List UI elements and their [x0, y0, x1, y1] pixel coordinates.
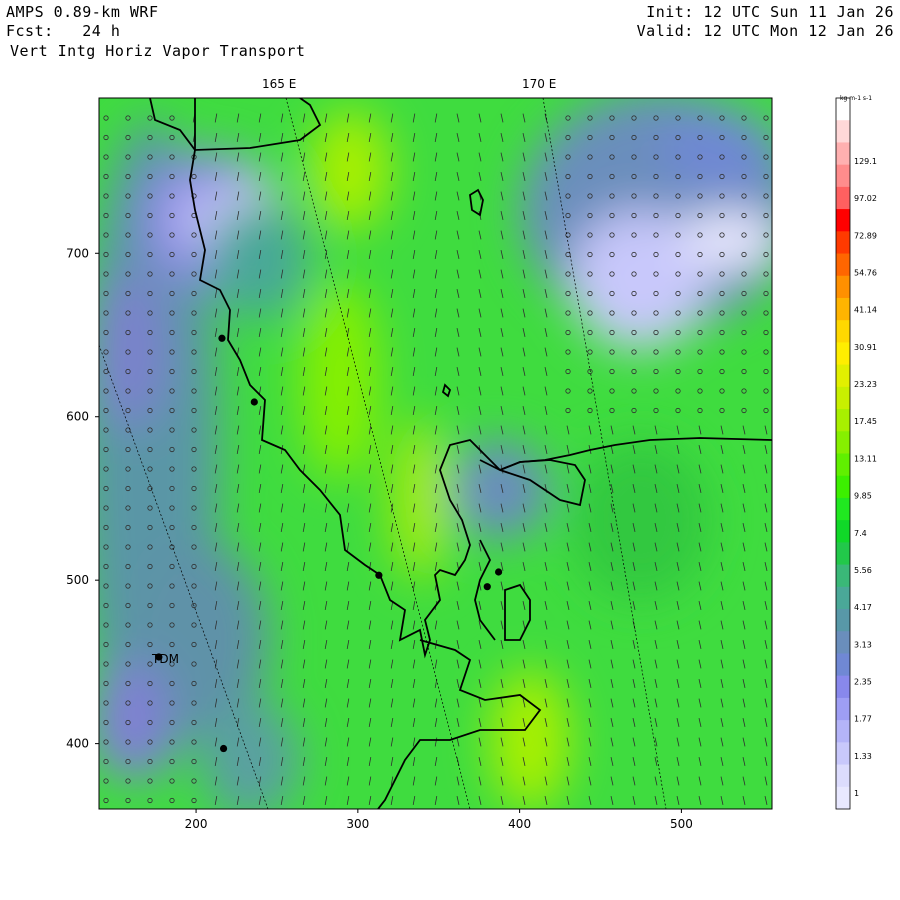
colorbar-level-label: 72.89: [854, 231, 877, 240]
station-dot: [483, 583, 491, 591]
colorbar-level-label: 3.13: [854, 640, 872, 649]
colorbar-swatch: [836, 675, 850, 699]
colorbar-level-label: 30.91: [854, 343, 877, 352]
colorbar-swatch: [836, 631, 850, 654]
colorbar-swatch: [836, 520, 850, 543]
x-tick-label: 500: [670, 817, 693, 831]
colorbar-level-label: 4.17: [854, 603, 872, 612]
colorbar-swatch: [836, 275, 850, 299]
x-tick-label: 200: [185, 817, 208, 831]
colorbar-level-label: 2.35: [854, 677, 872, 686]
colorbar-swatch: [836, 475, 850, 499]
station-dot: [494, 568, 503, 576]
map-plot: 700 600 500 400 200 300 400 500 129.1 97.02 72.8…: [66, 97, 877, 831]
x-axis-ticks: 200 300 400 500: [185, 809, 693, 831]
colorbar-level-label: 41.14: [854, 306, 877, 315]
colorbar-level-label: 1.33: [854, 752, 872, 761]
colorbar-level-label: 97.02: [854, 194, 877, 203]
station-dot: [250, 398, 258, 406]
colorbar-swatch: [836, 253, 850, 277]
x-tick-label: 300: [346, 817, 369, 831]
colorbar-swatch: [836, 231, 850, 255]
colorbar-level-label: 5.56: [854, 566, 872, 575]
colorbar-swatch: [836, 564, 850, 588]
colorbar-swatch: [836, 386, 850, 410]
colorbar-level-label: 7.4: [854, 529, 867, 538]
colorbar-swatch: [836, 653, 850, 677]
colorbar-level-label: 1.77: [854, 715, 872, 724]
colorbar-swatch: [836, 120, 850, 143]
colorbar-swatch: [836, 697, 850, 721]
colorbar-swatch: [836, 142, 850, 166]
y-tick-label: 500: [66, 573, 89, 587]
y-axis-ticks: 700 600 500 400: [66, 246, 99, 751]
colorbar-level-label: 13.11: [854, 454, 877, 463]
colorbar-level-label: 9.85: [854, 492, 872, 501]
colorbar-swatch: [836, 297, 850, 321]
y-tick-label: 400: [66, 737, 89, 751]
colorbar-swatch: [836, 720, 850, 743]
colorbar-swatch: [836, 586, 850, 610]
colorbar-swatch: [836, 609, 850, 632]
colorbar-swatch: [836, 786, 850, 810]
colorbar-swatch: [836, 431, 850, 454]
colorbar-swatch: [836, 186, 850, 210]
station-label-tdm: TDM: [152, 652, 179, 666]
colorbar-units: kg m-1 s-1: [840, 95, 873, 102]
x-tick-label: 400: [508, 817, 531, 831]
colorbar-swatch: [836, 742, 850, 766]
station-dot: [375, 571, 383, 579]
y-tick-label: 700: [66, 246, 89, 260]
station-dot: [218, 334, 226, 342]
colorbar-swatch: [836, 164, 850, 188]
y-tick-label: 600: [66, 410, 89, 424]
colorbar-swatch: [836, 342, 850, 366]
colorbar-swatch: [836, 453, 850, 477]
colorbar-level-label: 1: [854, 789, 859, 798]
colorbar-swatch: [836, 409, 850, 432]
colorbar-level-label: 129.1: [854, 157, 877, 166]
ivt-shading: [99, 98, 772, 809]
station-dot: [219, 744, 228, 753]
colorbar: 129.197.0272.8954.7641.1430.9123.2317.45…: [835, 97, 877, 810]
colorbar-swatch: [836, 497, 850, 521]
colorbar-swatch: [836, 364, 850, 388]
colorbar-swatch: [836, 209, 850, 232]
colorbar-level-label: 17.45: [854, 417, 877, 426]
colorbar-swatch: [836, 764, 850, 788]
colorbar-swatch: [836, 542, 850, 566]
colorbar-swatch: [836, 320, 850, 343]
colorbar-level-label: 23.23: [854, 380, 877, 389]
colorbar-level-label: 54.76: [854, 269, 877, 278]
